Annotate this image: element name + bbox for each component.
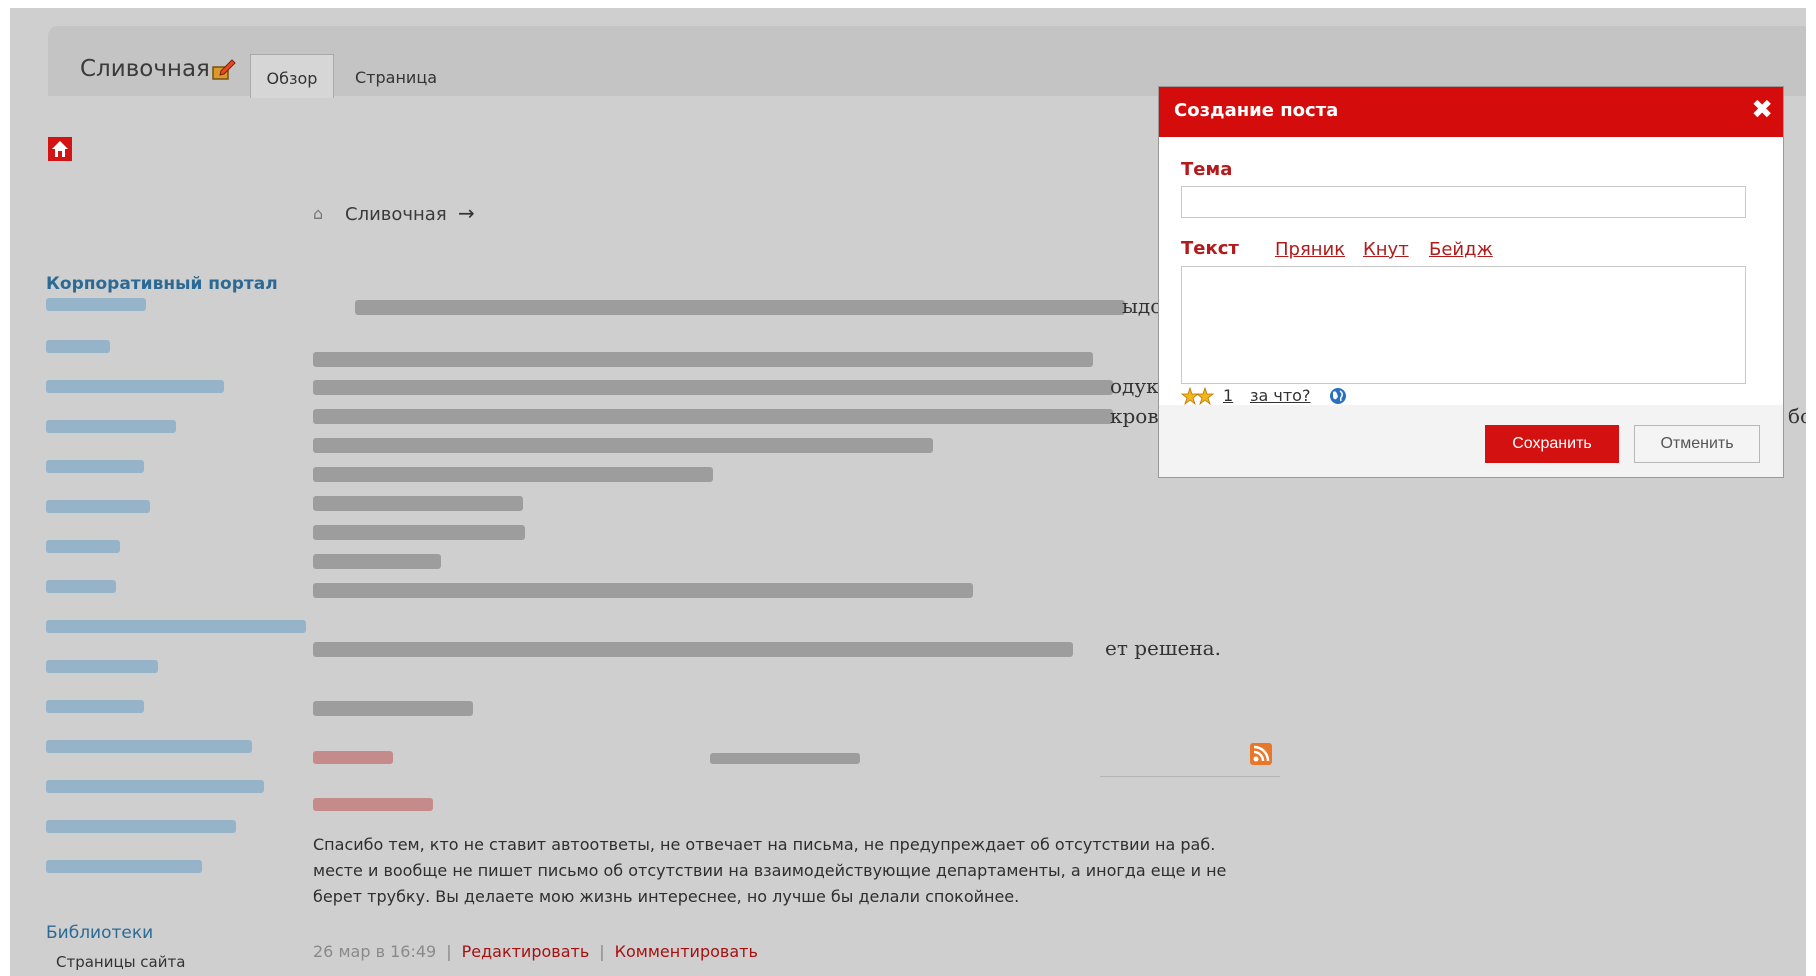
- save-button[interactable]: Сохранить: [1485, 425, 1619, 463]
- blurred-text-line: [313, 642, 1073, 657]
- sidebar-item-blurred: [46, 460, 144, 473]
- sidebar-portal-title[interactable]: Корпоративный портал: [46, 274, 278, 294]
- divider: [1100, 776, 1280, 777]
- blurred-text-line: [313, 352, 1093, 367]
- text-fragment: одук: [1110, 374, 1159, 398]
- badge-link[interactable]: Бейдж: [1429, 239, 1493, 260]
- dialog-title: Создание поста: [1174, 100, 1339, 121]
- blurred-rating: [710, 753, 860, 764]
- blurred-text-line: [313, 467, 713, 482]
- sidebar-item-blurred: [46, 740, 252, 753]
- blurred-text-line: [313, 525, 525, 540]
- blurred-post-title: [313, 798, 433, 811]
- emotion-count[interactable]: 1: [1223, 386, 1233, 405]
- gingerbread-link[interactable]: Пряник: [1275, 239, 1345, 260]
- meta-separator: |: [599, 942, 605, 961]
- sidebar-item-blurred: [46, 500, 150, 513]
- text-area[interactable]: [1181, 266, 1746, 384]
- text-fragment: ыдо: [1122, 294, 1163, 318]
- edit-link[interactable]: Редактировать: [462, 942, 590, 961]
- sidebar-item-site-pages[interactable]: Страницы сайта: [56, 953, 185, 971]
- sidebar-libraries-title[interactable]: Библиотеки: [46, 923, 153, 943]
- page-background: Сливочная Обзор Страница ⌂ Сливочная → К…: [10, 8, 1806, 976]
- close-icon[interactable]: ✖: [1751, 95, 1773, 125]
- text-fragment: бок: [1788, 404, 1806, 428]
- edit-icon[interactable]: [212, 58, 236, 80]
- breadcrumb-home-icon[interactable]: ⌂: [313, 204, 323, 223]
- blurred-text-line: [313, 701, 473, 716]
- sidebar-item-blurred: [46, 540, 120, 553]
- blurred-text-line: [313, 380, 1113, 395]
- blurred-text-line: [313, 409, 1113, 424]
- sidebar-item-blurred: [46, 298, 146, 311]
- sidebar-item-blurred: [46, 380, 224, 393]
- home-icon[interactable]: [47, 136, 73, 162]
- sidebar-item-blurred: [46, 620, 306, 633]
- sidebar-item-blurred: [46, 660, 158, 673]
- emotion-why-link[interactable]: за что?: [1250, 386, 1310, 405]
- blurred-text-line: [355, 300, 1125, 315]
- sidebar-item-blurred: [46, 580, 116, 593]
- dialog-header: Создание поста ✖: [1159, 87, 1783, 137]
- post-meta: 26 мар в 16:49 | Редактировать | Комментиров…: [313, 942, 758, 961]
- sidebar-item-blurred: [46, 860, 202, 873]
- sidebar-item-blurred: [46, 340, 110, 353]
- whip-link[interactable]: Кнут: [1363, 239, 1409, 260]
- site-name[interactable]: Сливочная: [80, 56, 210, 82]
- sidebar-item-blurred: [46, 700, 144, 713]
- sidebar-item-blurred: [46, 780, 264, 793]
- text-label: Текст: [1181, 238, 1239, 259]
- blurred-text-line: [313, 583, 973, 598]
- breadcrumb[interactable]: Сливочная: [345, 204, 447, 225]
- blurred-text-line: [313, 554, 441, 569]
- post-date: 26 мар в 16:49: [313, 942, 437, 961]
- rss-feed-icon[interactable]: [1250, 743, 1272, 765]
- blurred-text-line: [313, 438, 933, 453]
- text-fragment: ет решена.: [1105, 636, 1221, 660]
- subject-label: Тема: [1181, 159, 1233, 180]
- comment-link[interactable]: Комментировать: [615, 942, 758, 961]
- globe-icon[interactable]: [1329, 387, 1347, 405]
- emotion-icon[interactable]: [1181, 387, 1215, 405]
- sidebar-item-blurred: [46, 420, 176, 433]
- cancel-button[interactable]: Отменить: [1634, 425, 1760, 463]
- tab-page[interactable]: Страница: [355, 54, 455, 98]
- post-body: Спасибо тем, кто не ставит автоответы, н…: [313, 835, 1227, 906]
- tab-overview[interactable]: Обзор: [250, 54, 334, 98]
- subject-input[interactable]: [1181, 186, 1746, 218]
- text-fragment: кров: [1110, 404, 1159, 428]
- dialog-body: Тема Текст Пряник Кнут Бейдж 1 за что?: [1159, 137, 1783, 405]
- blurred-text-line: [313, 496, 523, 511]
- create-post-dialog: Создание поста ✖ Тема Текст Пряник Кнут …: [1158, 86, 1784, 478]
- blurred-tag: [313, 751, 393, 764]
- sidebar-item-blurred: [46, 820, 236, 833]
- breadcrumb-arrow: →: [458, 201, 475, 225]
- meta-separator: |: [446, 942, 452, 961]
